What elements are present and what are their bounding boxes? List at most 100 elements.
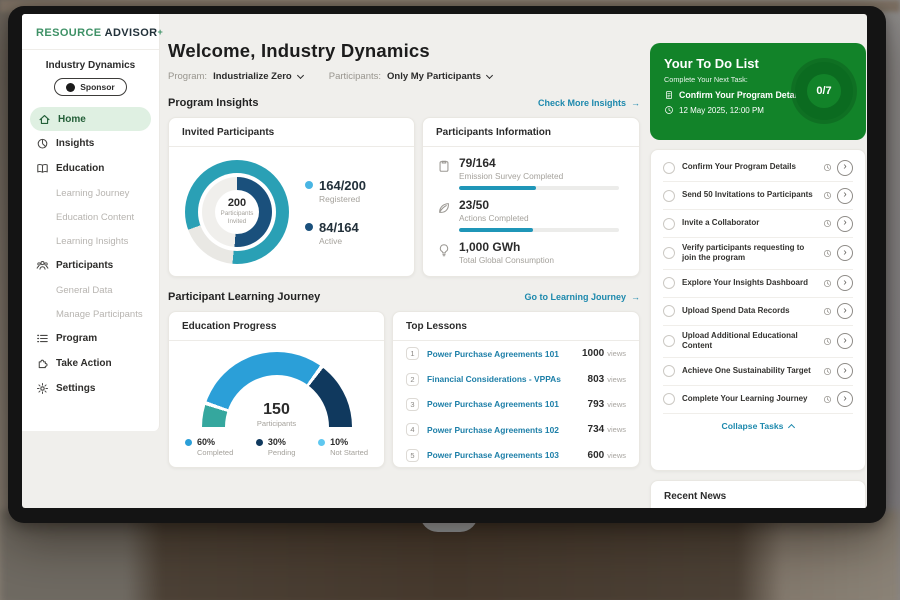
education-progress-card: Education Progress 150 Participants 60% [168,311,385,468]
lesson-link[interactable]: Power Purchase Agreements 102 [427,425,588,435]
lesson-link[interactable]: Power Purchase Agreements 103 [427,450,588,460]
task-row: Confirm Your Program Details › [663,154,853,182]
sidebar-item-participants[interactable]: Participants [22,253,159,278]
stat-label: Actions Completed [459,213,619,223]
legend-not-started: 10% Not Started [318,437,368,457]
program-filter-value: Industrialize Zero [213,71,292,82]
top-lessons-title: Top Lessons [393,312,639,341]
todo-due-label: 12 May 2025, 12:00 PM [679,106,764,115]
gauge-center-value: 150 [202,401,352,419]
completed-value: 60% [197,437,233,447]
collapse-tasks-link[interactable]: Collapse Tasks [663,414,853,435]
chevron-right-icon: › [843,218,846,228]
sidebar-item-learning-journey[interactable]: Learning Journey [22,181,159,205]
sidebar-item-learning-insights[interactable]: Learning Insights [22,229,159,253]
task-open-button[interactable]: › [837,216,853,232]
lesson-views-suffix: views [607,375,626,384]
chevron-down-icon [297,71,304,78]
sponsor-icon [66,83,75,92]
lesson-link[interactable]: Power Purchase Agreements 101 [427,349,582,359]
sidebar-item-program[interactable]: Program [22,326,159,351]
lesson-link[interactable]: Financial Considerations - VPPAs [427,374,588,384]
legend-pending: 30% Pending [256,437,296,457]
check-more-insights-link[interactable]: Check More Insights → [538,98,640,108]
task-row: Verify participants requesting to join t… [663,238,853,270]
recent-news-card: Recent News [650,480,866,508]
leaf-icon [437,201,451,215]
sidebar-item-education[interactable]: Education [22,156,159,181]
task-open-button[interactable]: › [837,391,853,407]
todo-next-task-label: Confirm Your Program Details [679,90,804,100]
task-open-button[interactable]: › [837,363,853,379]
sidebar-item-take-action[interactable]: Take Action [22,351,159,376]
legend-registered: 164/200 Registered [305,178,366,204]
task-checkbox[interactable] [663,365,675,377]
lesson-views-suffix: views [607,349,626,358]
task-open-button[interactable]: › [837,245,853,261]
lesson-rank-badge: 1 [406,347,419,360]
task-label: Achieve One Sustainability Target [682,366,818,376]
donut-center-label: Participants Invited [215,210,259,226]
task-label: Confirm Your Program Details [682,162,818,172]
lesson-views-count: 793 [588,399,605,410]
todo-progress-ring: 0/7 [795,62,853,120]
sidebar-item-education-content[interactable]: Education Content [22,205,159,229]
go-to-learning-journey-link[interactable]: Go to Learning Journey → [524,292,640,302]
invited-participants-donut-chart: 200 Participants Invited [185,160,289,264]
lesson-row: 3 Power Purchase Agreements 101 793views [393,392,639,417]
task-open-button[interactable]: › [837,188,853,204]
sidebar-item-label: Home [58,114,86,125]
lesson-row: 2 Financial Considerations - VPPAs 803vi… [393,366,639,391]
actions-completed-progress-bar [459,228,619,232]
program-insights-heading: Program Insights [168,97,258,109]
task-checkbox[interactable] [663,218,675,230]
sidebar-item-manage-participants[interactable]: Manage Participants [22,302,159,326]
task-checkbox[interactable] [663,247,675,259]
program-filter[interactable]: Program: Industrialize Zero [168,71,303,82]
clock-icon [664,105,674,115]
brand-secondary: ADVISOR [105,27,158,39]
sidebar-item-home[interactable]: Home [30,107,151,131]
task-label: Complete Your Learning Journey [682,394,818,404]
sidebar-item-settings[interactable]: Settings [22,376,159,401]
invited-legend: 164/200 Registered 84/164 Active [305,178,366,246]
stat-label: Emission Survey Completed [459,171,619,181]
task-label: Upload Spend Data Records [682,306,818,316]
task-open-button[interactable]: › [837,333,853,349]
task-checkbox[interactable] [663,190,675,202]
task-open-button[interactable]: › [837,303,853,319]
chevron-right-icon: › [843,248,846,258]
task-checkbox[interactable] [663,277,675,289]
task-checkbox[interactable] [663,162,675,174]
task-row: Upload Additional Educational Content › [663,326,853,358]
task-checkbox[interactable] [663,305,675,317]
sidebar-item-general-data[interactable]: General Data [22,278,159,302]
task-checkbox[interactable] [663,335,675,347]
lesson-views-suffix: views [607,400,626,409]
task-checkbox[interactable] [663,393,675,405]
clock-icon [823,163,832,172]
lesson-link[interactable]: Power Purchase Agreements 101 [427,399,588,409]
task-label: Verify participants requesting to join t… [682,243,818,264]
page-title: Welcome, Industry Dynamics [168,40,640,62]
stat-value: 23/50 [459,198,619,212]
gauge-center-label: Participants [202,419,352,428]
sidebar-item-insights[interactable]: Insights [22,131,159,156]
task-label: Upload Additional Educational Content [682,331,818,352]
clock-icon [823,307,832,316]
chevron-right-icon: › [843,394,846,404]
lesson-rank-badge: 2 [406,373,419,386]
arrow-right-icon: → [631,292,640,302]
task-open-button[interactable]: › [837,160,853,176]
participants-filter[interactable]: Participants: Only My Participants [329,71,492,82]
sponsor-badge[interactable]: Sponsor [54,78,126,96]
task-row: Achieve One Sustainability Target › [663,358,853,386]
task-open-button[interactable]: › [837,275,853,291]
pending-label: Pending [268,448,296,457]
lesson-row: 1 Power Purchase Agreements 101 1000view… [393,341,639,366]
clock-icon [823,367,832,376]
arrow-right-icon: → [631,98,640,108]
lesson-row: 4 Power Purchase Agreements 102 734views [393,417,639,442]
not-started-value: 10% [330,437,368,447]
program-filter-label: Program: [168,71,207,82]
